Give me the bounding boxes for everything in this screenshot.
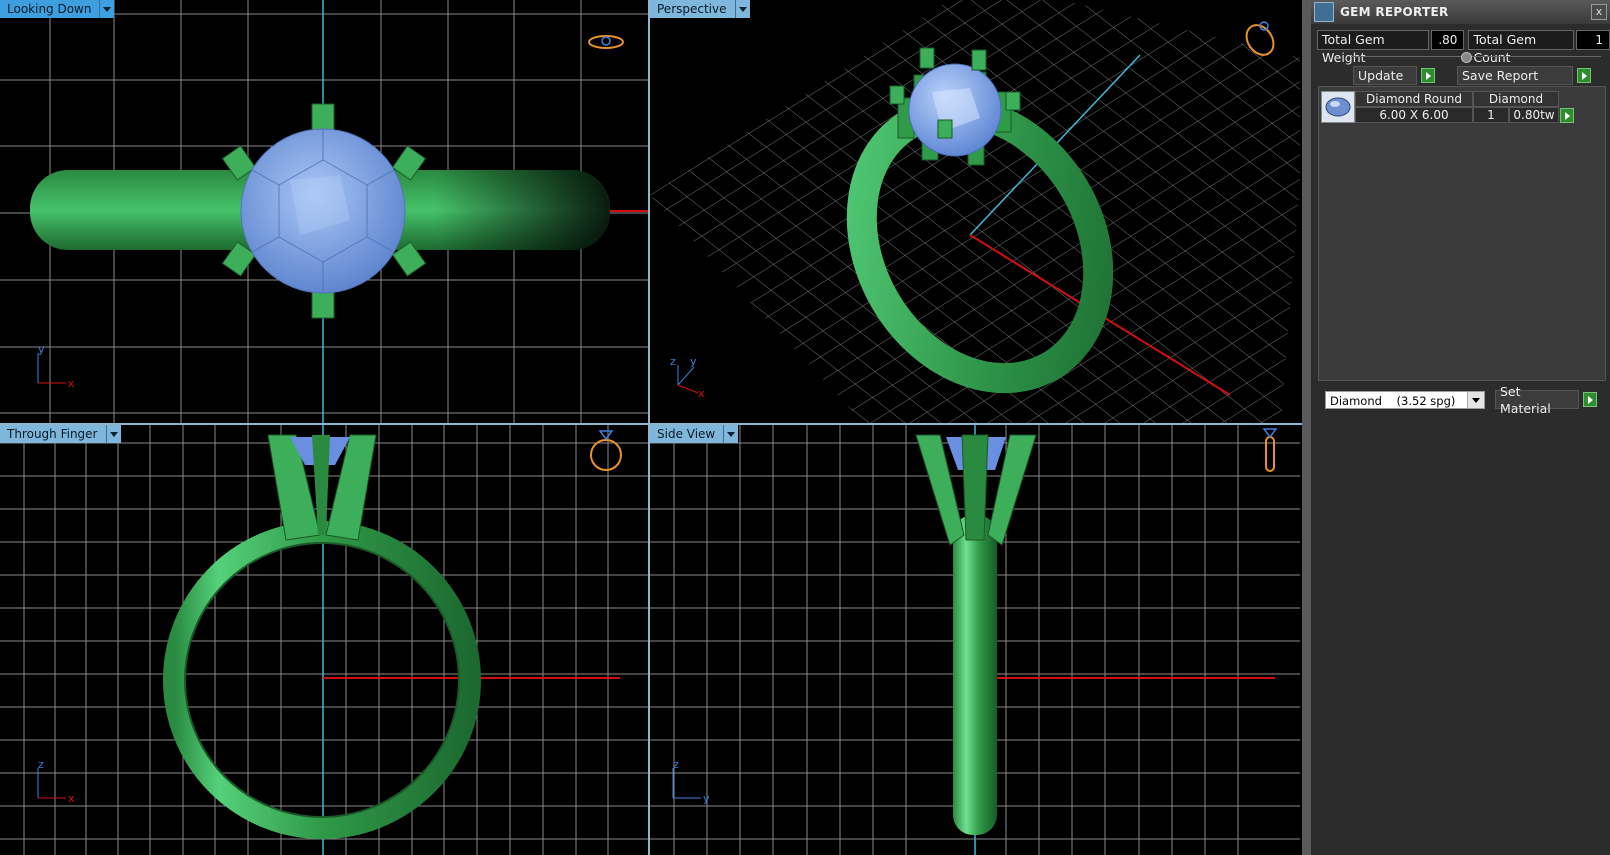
viewport-through-finger[interactable]: z x Through Finger: [0, 425, 648, 855]
svg-text:x: x: [698, 387, 705, 400]
gem-reporter-panel: GEM REPORTER x Total Gem Weight .80 Tota…: [1302, 0, 1610, 855]
chevron-down-icon[interactable]: [734, 0, 750, 18]
set-material-button[interactable]: Set Material: [1495, 384, 1579, 416]
through-finger-scene: [0, 425, 648, 855]
viewport-label-perspective[interactable]: Perspective: [650, 0, 750, 18]
axis-triad: z y x: [670, 355, 705, 400]
gem-size: 6.00 X 6.00: [1355, 107, 1473, 123]
svg-text:x: x: [68, 377, 75, 390]
splitter-line: [1351, 56, 1601, 57]
svg-text:x: x: [68, 792, 75, 805]
actions-row: Update Save Report: [1353, 66, 1591, 85]
viewport-label-side-view[interactable]: Side View: [650, 425, 739, 443]
orient-ring-icon[interactable]: [1258, 425, 1282, 477]
gem-count: 1: [1473, 107, 1509, 123]
update-go-icon[interactable]: [1421, 68, 1435, 83]
perspective-scene: [650, 0, 1300, 423]
axis-triad: y x: [37, 345, 75, 390]
material-row: Diamond (3.52 spg) Set Material: [1325, 384, 1597, 416]
panel-title: GEM REPORTER: [1340, 5, 1449, 19]
splitter-handle[interactable]: [1461, 52, 1472, 63]
total-weight-value: .80: [1430, 30, 1465, 50]
axis-triad: z y: [672, 760, 710, 805]
gem-thumbnail-icon: [1321, 91, 1355, 123]
chevron-down-icon[interactable]: [105, 425, 121, 443]
set-material-go-icon[interactable]: [1583, 392, 1597, 407]
close-icon[interactable]: x: [1591, 4, 1607, 20]
side-view-scene: [650, 425, 1300, 855]
total-weight-label: Total Gem Weight: [1317, 30, 1429, 65]
gem-material: Diamond: [1473, 91, 1559, 107]
viewport-label-looking-down[interactable]: Looking Down: [0, 0, 115, 18]
viewport-label-through-finger[interactable]: Through Finger: [0, 425, 121, 443]
gem-weight: 0.80tw: [1509, 107, 1559, 123]
svg-text:y: y: [38, 345, 45, 356]
save-report-go-icon[interactable]: [1577, 68, 1591, 83]
svg-text:y: y: [703, 792, 710, 805]
svg-text:z: z: [670, 355, 676, 368]
chevron-down-icon[interactable]: [99, 0, 115, 18]
save-report-button[interactable]: Save Report: [1457, 66, 1573, 85]
svg-text:y: y: [690, 355, 697, 368]
svg-text:z: z: [673, 760, 679, 771]
material-select[interactable]: Diamond (3.52 spg): [1325, 390, 1485, 409]
panel-title-bar[interactable]: GEM REPORTER x: [1311, 0, 1610, 24]
gem-list: Diamond Round Diamond 6.00 X 6.00 1 0.80…: [1318, 86, 1606, 381]
gem-name: Diamond Round: [1355, 91, 1473, 107]
viewport-perspective[interactable]: z y x Perspective: [650, 0, 1300, 423]
chevron-down-icon[interactable]: [723, 425, 739, 443]
viewport-side-view[interactable]: z y Side View: [650, 425, 1300, 855]
svg-text:z: z: [38, 760, 44, 771]
orient-ring-icon[interactable]: [1240, 18, 1280, 58]
looking-down-scene: [0, 0, 648, 423]
viewport-looking-down[interactable]: y x Looking Down: [0, 0, 648, 423]
total-count-value: 1: [1576, 30, 1610, 50]
ring-band: [163, 521, 481, 839]
gem-select-go-icon[interactable]: [1560, 108, 1574, 123]
orient-ring-icon[interactable]: [588, 425, 624, 475]
total-count-label: Total Gem Count: [1468, 30, 1575, 65]
axis-triad: z x: [37, 760, 75, 805]
ring-shank: [953, 515, 997, 835]
gem-list-item[interactable]: Diamond Round Diamond 6.00 X 6.00 1 0.80…: [1321, 91, 1574, 123]
orient-ring-icon[interactable]: [586, 30, 626, 52]
update-button[interactable]: Update: [1353, 66, 1417, 85]
totals-row: Total Gem Weight .80 Total Gem Count 1: [1317, 30, 1610, 65]
chevron-down-icon[interactable]: [1467, 391, 1484, 408]
gem-reporter-icon: [1314, 2, 1334, 22]
